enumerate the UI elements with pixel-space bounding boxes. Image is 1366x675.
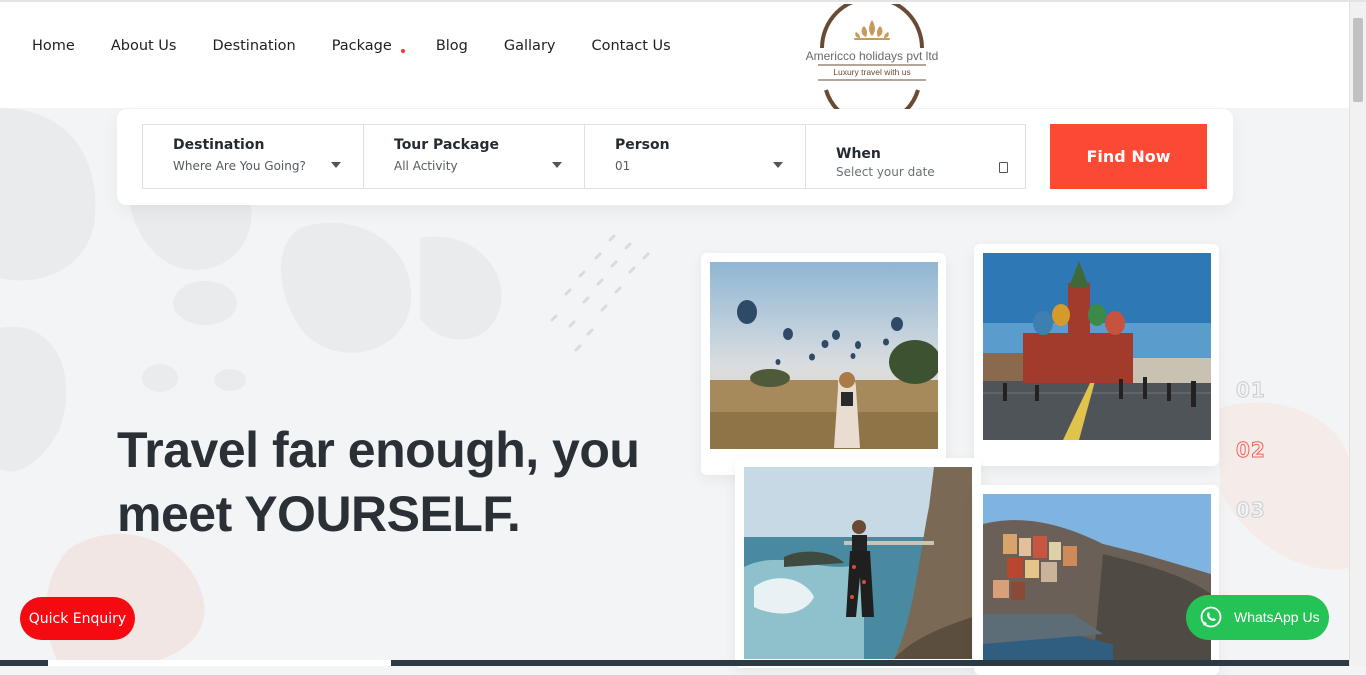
destination-value: Where Are You Going? — [173, 159, 306, 173]
logo-name: Americco holidays pvt ltd — [806, 49, 939, 63]
vertical-scrollbar[interactable] — [1349, 2, 1366, 666]
company-logo[interactable]: Americco holidays pvt ltd Luxury travel … — [796, 4, 948, 110]
dropdown-caret-icon — [331, 162, 341, 168]
whatsapp-button[interactable]: WhatsApp Us — [1186, 595, 1329, 640]
site-header: Home About Us Destination Package Blog G… — [0, 2, 1350, 110]
balloons-image — [710, 262, 938, 449]
main-nav: Home About Us Destination Package Blog G… — [32, 38, 707, 54]
when-label: When — [836, 146, 881, 162]
person-value: 01 — [615, 159, 631, 173]
slide-counter-01[interactable]: 01 — [1236, 378, 1266, 403]
hero-line-1: Travel far enough, you — [117, 422, 640, 478]
destination-select[interactable]: Destination Where Are You Going? — [142, 124, 364, 189]
photo-cinque-terre — [974, 485, 1219, 675]
calendar-icon — [999, 162, 1008, 173]
dropdown-caret-icon — [773, 162, 783, 168]
tour-package-select[interactable]: Tour Package All Activity — [363, 124, 585, 189]
nav-package[interactable]: Package — [332, 38, 405, 54]
bottom-strip — [0, 660, 1350, 666]
whatsapp-icon — [1200, 606, 1222, 628]
nav-home[interactable]: Home — [32, 38, 75, 54]
destination-label: Destination — [173, 137, 265, 153]
photo-woman-by-sea — [735, 458, 981, 668]
nav-destination[interactable]: Destination — [212, 38, 295, 54]
search-panel: Destination Where Are You Going? Tour Pa… — [117, 109, 1233, 205]
slide-counter-02[interactable]: 02 — [1236, 438, 1266, 463]
date-placeholder: Select your date — [836, 165, 935, 179]
nav-about-us[interactable]: About Us — [111, 38, 177, 54]
scrollbar-thumb[interactable] — [1353, 18, 1363, 102]
dropdown-caret-icon — [552, 162, 562, 168]
slide-counter-03[interactable]: 03 — [1236, 498, 1266, 523]
hero-line-2: meet YOURSELF. — [117, 486, 521, 542]
find-now-button[interactable]: Find Now — [1050, 124, 1207, 189]
bottom-strip-panel — [48, 660, 391, 666]
tour-package-value: All Activity — [394, 159, 458, 173]
nav-blog[interactable]: Blog — [436, 38, 468, 54]
whatsapp-label: WhatsApp Us — [1234, 609, 1320, 625]
person-select[interactable]: Person 01 — [584, 124, 806, 189]
photo-saint-basils-cathedral — [974, 244, 1219, 466]
person-label: Person — [615, 137, 670, 153]
hero-headline: Travel far enough, you meet YOURSELF. — [117, 418, 640, 546]
village-image — [983, 494, 1211, 666]
logo-tagline: Luxury travel with us — [833, 67, 910, 77]
sea-image — [744, 467, 972, 659]
nav-contact-us[interactable]: Contact Us — [591, 38, 670, 54]
nav-gallary[interactable]: Gallary — [504, 38, 556, 54]
photo-hot-air-balloons — [701, 253, 946, 475]
quick-enquiry-button[interactable]: Quick Enquiry — [20, 597, 135, 640]
tour-package-label: Tour Package — [394, 137, 499, 153]
cathedral-image — [983, 253, 1211, 440]
date-field[interactable]: When Select your date — [805, 124, 1026, 189]
